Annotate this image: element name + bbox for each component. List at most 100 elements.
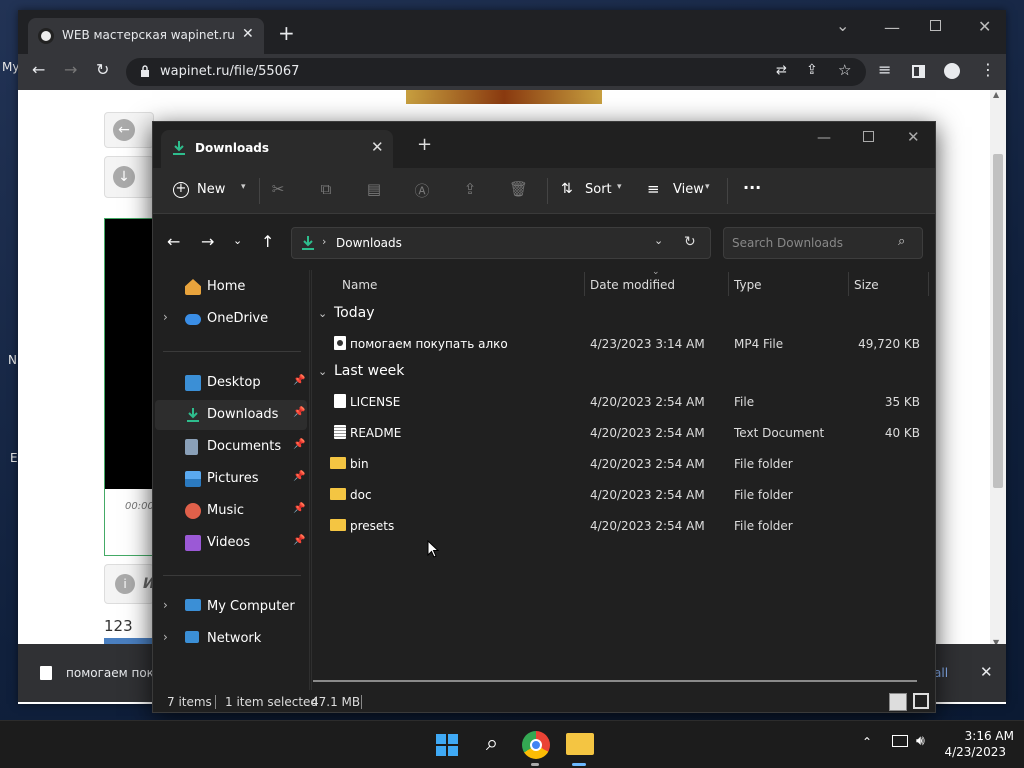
column-header-name[interactable]: Name xyxy=(342,278,377,292)
horizontal-scrollbar[interactable] xyxy=(313,680,917,682)
share-icon[interactable]: ⇪ xyxy=(806,62,818,78)
minimize-icon[interactable]: — xyxy=(817,130,831,146)
new-tab-button[interactable]: + xyxy=(278,23,295,43)
back-icon[interactable]: ← xyxy=(32,60,45,79)
breadcrumb-path[interactable]: Downloads xyxy=(336,236,402,250)
menu-icon[interactable]: ⋮ xyxy=(980,60,996,79)
minimize-icon[interactable]: — xyxy=(884,18,900,37)
reading-list-icon[interactable]: ≡ xyxy=(878,60,891,79)
maximize-icon[interactable] xyxy=(863,131,874,142)
table-row[interactable]: LICENSE 4/20/2023 2:54 AM File 35 KB xyxy=(326,388,926,416)
page-download-button[interactable]: ↓ xyxy=(104,156,154,198)
explorer-tab[interactable]: Downloads ✕ xyxy=(161,130,393,168)
column-divider[interactable] xyxy=(728,272,729,296)
tiles-view-icon[interactable] xyxy=(913,693,929,709)
column-divider[interactable] xyxy=(928,272,929,296)
file-type: Text Document xyxy=(734,426,825,440)
sort-button[interactable]: ⇅ Sort ▾ xyxy=(557,176,627,206)
page-back-button[interactable]: ← xyxy=(104,112,154,148)
close-window-icon[interactable]: ✕ xyxy=(907,128,920,146)
maximize-icon[interactable] xyxy=(930,20,941,31)
column-divider[interactable] xyxy=(584,272,585,296)
clock-date[interactable]: 4/23/2023 xyxy=(944,745,1006,759)
sidebar-item-onedrive[interactable]: › OneDrive xyxy=(155,304,307,334)
sidebar-item-home[interactable]: Home xyxy=(155,272,307,302)
table-row[interactable]: presets 4/20/2023 2:54 AM File folder xyxy=(326,512,926,540)
column-header-type[interactable]: Type xyxy=(734,278,762,292)
sidebar-item-network[interactable]: › Network xyxy=(155,624,307,654)
side-panel-icon[interactable] xyxy=(912,65,925,78)
sidebar-item-videos[interactable]: Videos 📌 xyxy=(155,528,307,558)
share-icon[interactable]: ⇪ xyxy=(461,180,479,198)
show-all-link[interactable]: all xyxy=(934,666,948,680)
browser-tab[interactable]: WEB мастерская wapinet.ru - по ✕ xyxy=(28,18,264,54)
sort-icon: ⇅ xyxy=(561,181,573,197)
address-bar[interactable]: wapinet.ru/file/55067 ⇄ ⇪ ☆ xyxy=(126,58,866,86)
recent-locations-icon[interactable]: ⌄ xyxy=(233,234,242,247)
tab-search-icon[interactable]: ⌄ xyxy=(836,16,849,35)
video-player[interactable]: 00:00 xyxy=(104,218,154,556)
bookmark-star-icon[interactable]: ☆ xyxy=(838,61,851,79)
group-collapse-icon[interactable]: ⌄ xyxy=(318,307,327,320)
network-icon[interactable] xyxy=(892,735,908,747)
chevron-right-icon[interactable]: › xyxy=(163,598,168,612)
sidebar-item-downloads[interactable]: Downloads 📌 xyxy=(155,400,307,430)
search-icon[interactable]: ⌕ xyxy=(478,731,506,759)
translate-icon[interactable]: ⇄ xyxy=(776,63,787,78)
sidebar-item-desktop[interactable]: Desktop 📌 xyxy=(155,368,307,398)
selected-size: 47.1 MB xyxy=(311,695,361,709)
column-header-size[interactable]: Size xyxy=(854,278,879,292)
more-options-icon[interactable]: ··· xyxy=(743,178,761,197)
table-row[interactable]: doc 4/20/2023 2:54 AM File folder xyxy=(326,481,926,509)
forward-icon[interactable]: → xyxy=(201,232,214,251)
column-divider[interactable] xyxy=(848,272,849,296)
column-header-date[interactable]: Date modified xyxy=(590,278,675,292)
close-tab-icon[interactable]: ✕ xyxy=(371,138,384,156)
table-row[interactable]: помогаем покупать алко 4/23/2023 3:14 AM… xyxy=(326,330,926,358)
reload-icon[interactable]: ↻ xyxy=(96,60,109,79)
sidebar-item-my-computer[interactable]: › My Computer xyxy=(155,592,307,622)
chevron-up-icon[interactable]: ⌃ xyxy=(862,735,872,749)
sidebar-item-documents[interactable]: Documents 📌 xyxy=(155,432,307,462)
start-icon[interactable] xyxy=(433,731,461,759)
chevron-right-icon[interactable]: › xyxy=(163,630,168,644)
chevron-down-icon[interactable]: ⌄ xyxy=(654,234,663,247)
copy-icon[interactable]: ⧉ xyxy=(317,180,335,198)
delete-icon[interactable]: 🗑 xyxy=(509,180,528,198)
back-icon[interactable]: ← xyxy=(167,232,180,251)
profile-icon[interactable] xyxy=(944,63,960,79)
view-button[interactable]: ≡ View ▾ xyxy=(643,176,715,206)
address-bar[interactable]: › Downloads ⌄ ↻ xyxy=(291,227,711,259)
close-download-bar-icon[interactable]: ✕ xyxy=(980,663,993,681)
paste-icon[interactable]: ▤ xyxy=(365,180,383,198)
pane-divider[interactable] xyxy=(309,270,310,690)
up-icon[interactable]: ↑ xyxy=(261,232,274,251)
file-explorer-app-icon[interactable] xyxy=(566,733,594,755)
rename-icon[interactable]: Ⓐ xyxy=(413,180,431,200)
scrollbar-thumb[interactable] xyxy=(993,154,1003,488)
close-tab-icon[interactable]: ✕ xyxy=(242,26,254,42)
forward-icon[interactable]: → xyxy=(64,60,77,79)
table-row[interactable]: README 4/20/2023 2:54 AM Text Document 4… xyxy=(326,419,926,447)
search-input[interactable]: Search Downloads ⌕ xyxy=(723,227,923,259)
sidebar-item-pictures[interactable]: Pictures 📌 xyxy=(155,464,307,494)
close-window-icon[interactable]: ✕ xyxy=(978,17,991,36)
group-header[interactable]: Today xyxy=(334,305,375,321)
clock-time[interactable]: 3:16 AM xyxy=(944,729,1014,743)
search-icon[interactable]: ⌕ xyxy=(898,234,905,249)
sidebar-item-music[interactable]: Music 📌 xyxy=(155,496,307,526)
new-tab-button[interactable]: + xyxy=(417,134,432,155)
group-header[interactable]: Last week xyxy=(334,363,404,379)
cut-icon[interactable]: ✂ xyxy=(269,180,287,198)
new-button[interactable]: + New ▾ xyxy=(167,176,255,206)
refresh-icon[interactable]: ↻ xyxy=(684,234,696,250)
chevron-right-icon[interactable]: › xyxy=(163,310,168,324)
group-collapse-icon[interactable]: ⌄ xyxy=(318,365,327,378)
page-scrollbar[interactable]: ▲ ▼ xyxy=(990,90,1006,650)
chrome-app-icon[interactable] xyxy=(522,731,550,759)
table-row[interactable]: bin 4/20/2023 2:54 AM File folder xyxy=(326,450,926,478)
site-favicon-icon xyxy=(38,28,54,44)
scroll-up-icon[interactable]: ▲ xyxy=(993,90,999,99)
volume-icon[interactable]: 🔊︎ xyxy=(916,733,925,749)
details-view-icon[interactable] xyxy=(889,693,907,711)
